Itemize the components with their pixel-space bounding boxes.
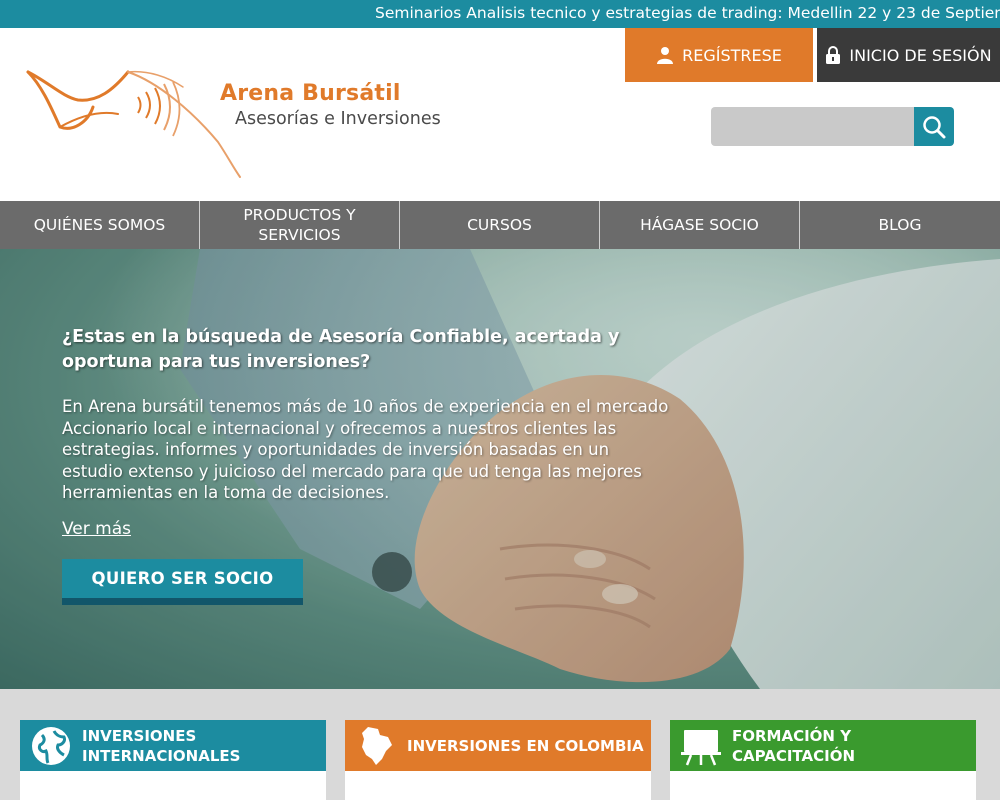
card-header[interactable]: INVERSIONES INTERNACIONALES [20,720,326,771]
nav-item-productos-servicios[interactable]: PRODUCTOS Y SERVICIOS [200,201,400,249]
card-title: INVERSIONES EN COLOMBIA [407,736,644,755]
nav-item-quienes-somos[interactable]: QUIÉNES SOMOS [0,201,200,249]
login-button[interactable]: INICIO DE SESIÓN [817,28,1000,82]
quiero-ser-socio-button[interactable]: QUIERO SER SOCIO [62,559,303,605]
register-label: REGÍSTRESE [682,45,782,65]
card-title: INVERSIONES INTERNACIONALES [82,726,241,765]
nav-item-cursos[interactable]: CURSOS [400,201,600,249]
colombia-map-icon [345,720,407,771]
ver-mas-link[interactable]: Ver más [62,519,131,539]
announcement-ticker[interactable]: Seminarios Analisis tecnico y estrategia… [0,0,1000,28]
card-header[interactable]: FORMACIÓN Y CAPACITACIÓN [670,720,976,771]
presentation-board-icon [670,720,732,771]
search-button[interactable] [914,107,954,146]
card-header[interactable]: INVERSIONES EN COLOMBIA [345,720,651,771]
service-cards: INVERSIONES INTERNACIONALES INVERSIONES … [0,689,1000,800]
hero-title: ¿Estas en la búsqueda de Asesoría Confia… [62,327,620,372]
nav-item-hagase-socio[interactable]: HÁGASE SOCIO [600,201,800,249]
card-inversiones-colombia[interactable]: INVERSIONES EN COLOMBIA [345,720,651,800]
card-title: FORMACIÓN Y CAPACITACIÓN [732,726,856,765]
hero-banner: ¿Estas en la búsqueda de Asesoría Confia… [0,249,1000,689]
main-nav: QUIÉNES SOMOS PRODUCTOS Y SERVICIOS CURS… [0,201,1000,249]
lock-icon [826,46,841,64]
globe-icon [20,720,82,771]
user-icon [657,47,674,64]
ticker-text[interactable]: Seminarios Analisis tecnico y estrategia… [375,4,1000,22]
nav-item-blog[interactable]: BLOG [800,201,1000,249]
brand-tagline: Asesorías e Inversiones [235,109,441,129]
card-formacion-capacitacion[interactable]: FORMACIÓN Y CAPACITACIÓN [670,720,976,800]
card-inversiones-internacionales[interactable]: INVERSIONES INTERNACIONALES [20,720,326,800]
hero-description: En Arena bursátil tenemos más de 10 años… [62,397,669,502]
search-input[interactable] [711,107,916,146]
arena-bursatil-logo-icon[interactable] [18,42,258,192]
brand-name[interactable]: Arena Bursátil [220,81,401,106]
login-label: INICIO DE SESIÓN [849,45,992,65]
register-button[interactable]: REGÍSTRESE [625,28,813,82]
search-icon [923,115,946,138]
